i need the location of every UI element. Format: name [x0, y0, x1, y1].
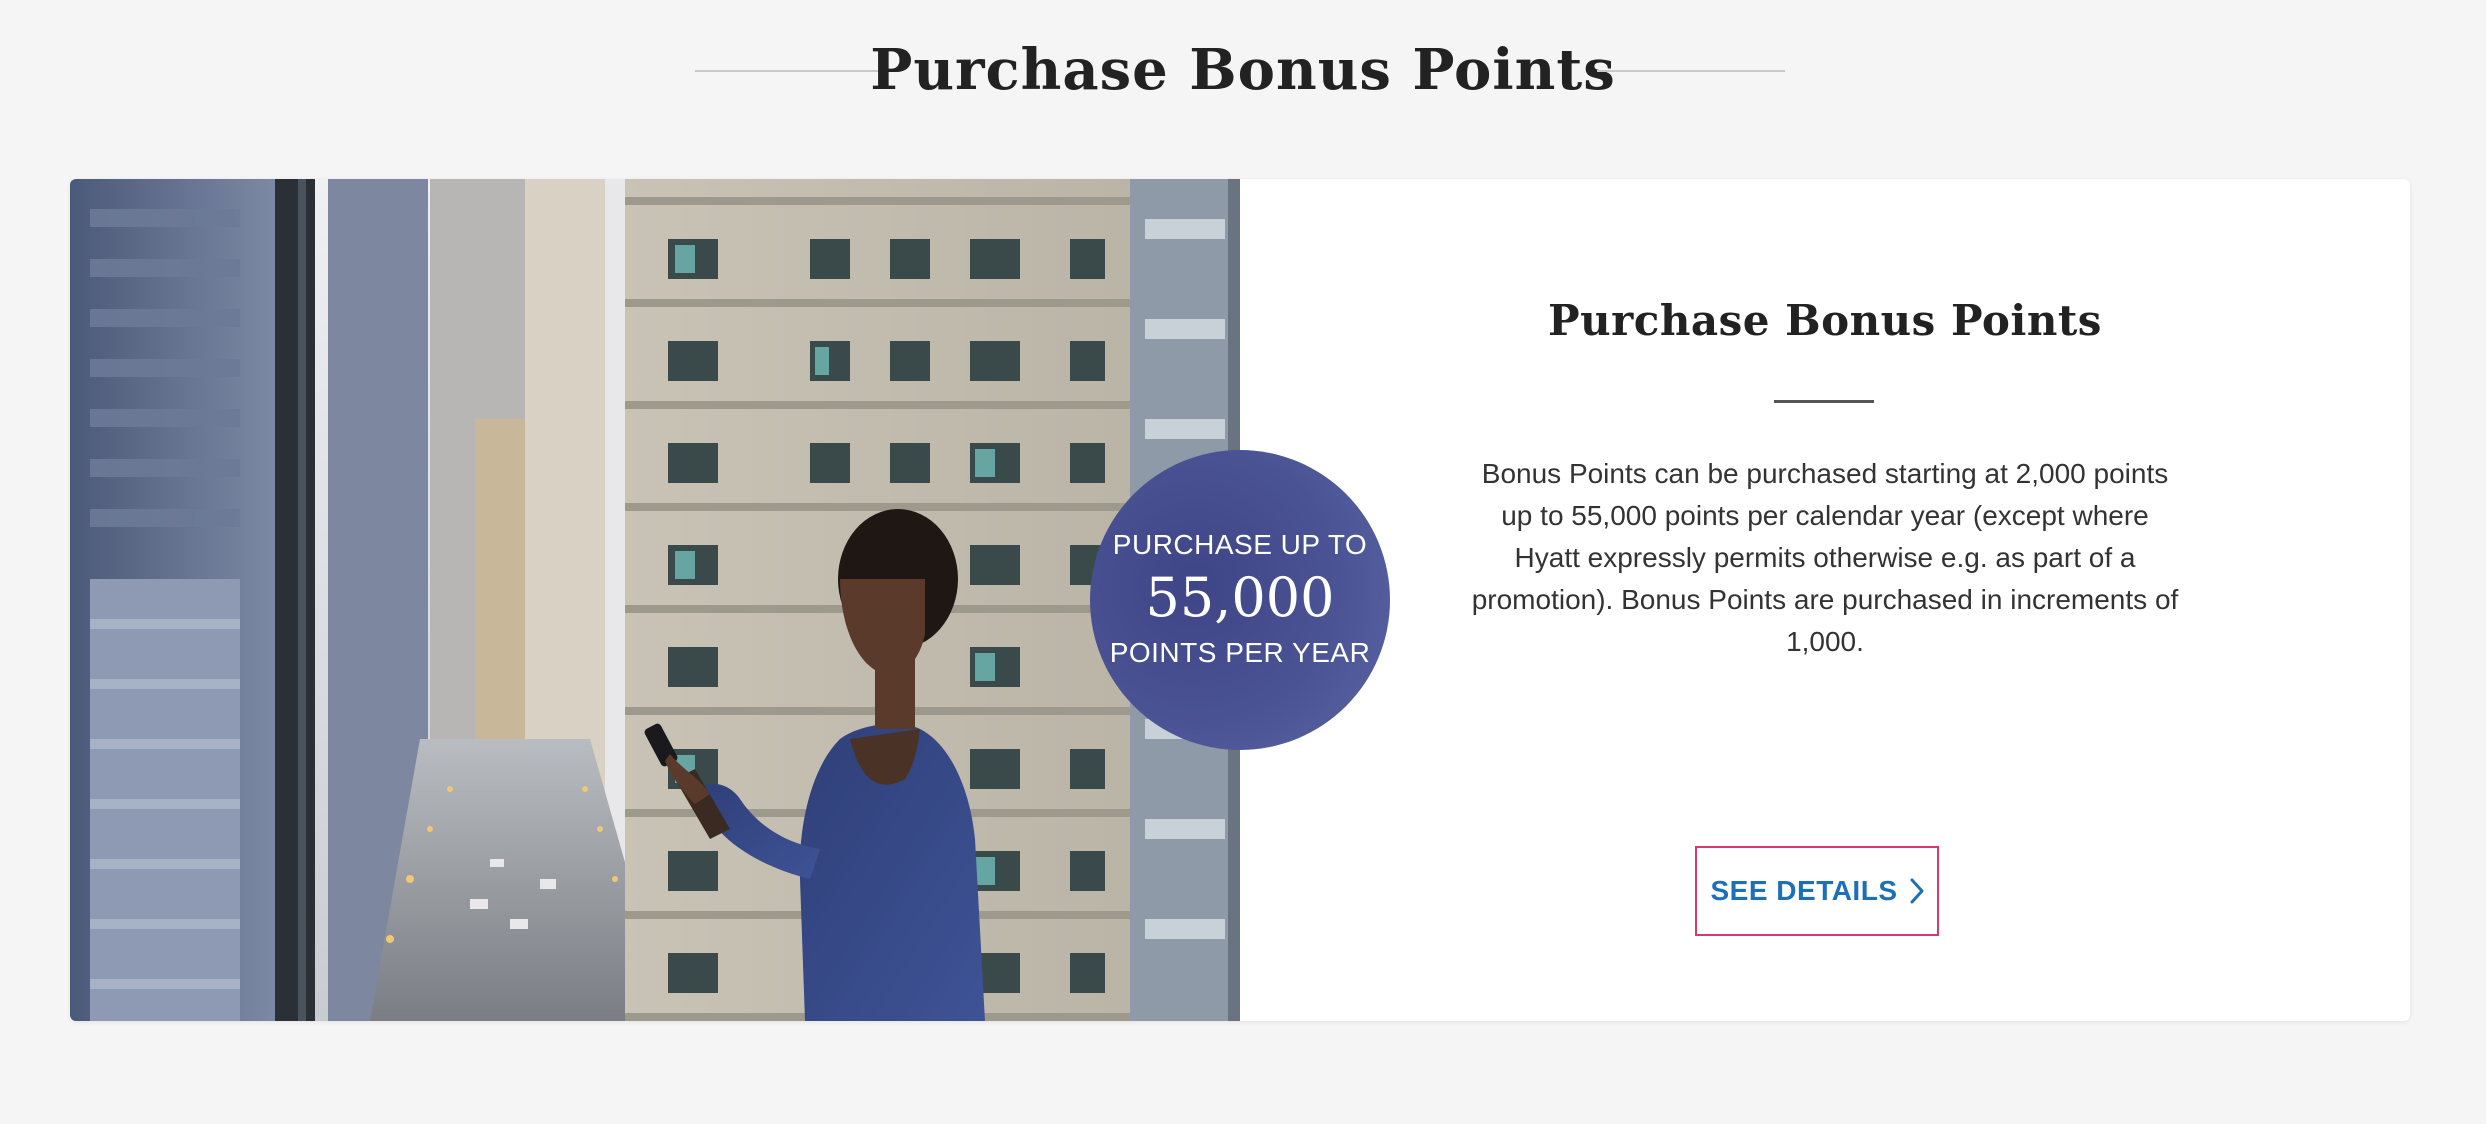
card-content: Purchase Bonus Points Bonus Points can b…	[1240, 179, 2410, 1021]
card-image	[70, 179, 1240, 1021]
see-details-button[interactable]: SEE DETAILS	[1695, 846, 1939, 936]
title-divider	[1774, 400, 1874, 403]
chevron-right-icon	[1910, 878, 1924, 904]
badge-number: 55,000	[1145, 566, 1335, 629]
badge-bottom-text: POINTS PER YEAR	[1109, 637, 1371, 668]
card-title: Purchase Bonus Points	[1548, 296, 2102, 345]
header-divider-right	[1597, 70, 1785, 72]
bonus-points-card: PURCHASE UP TO 55,000 POINTS PER YEAR Pu…	[70, 179, 2410, 1021]
card-description: Bonus Points can be purchased starting a…	[1471, 458, 2179, 657]
section-title: Purchase Bonus Points	[870, 37, 1616, 103]
badge-top-text: PURCHASE UP TO	[1112, 529, 1368, 560]
purchase-limit-badge: PURCHASE UP TO 55,000 POINTS PER YEAR	[1090, 450, 1390, 750]
section-header: Purchase Bonus Points	[0, 0, 2486, 140]
see-details-label: SEE DETAILS	[1710, 875, 1898, 906]
